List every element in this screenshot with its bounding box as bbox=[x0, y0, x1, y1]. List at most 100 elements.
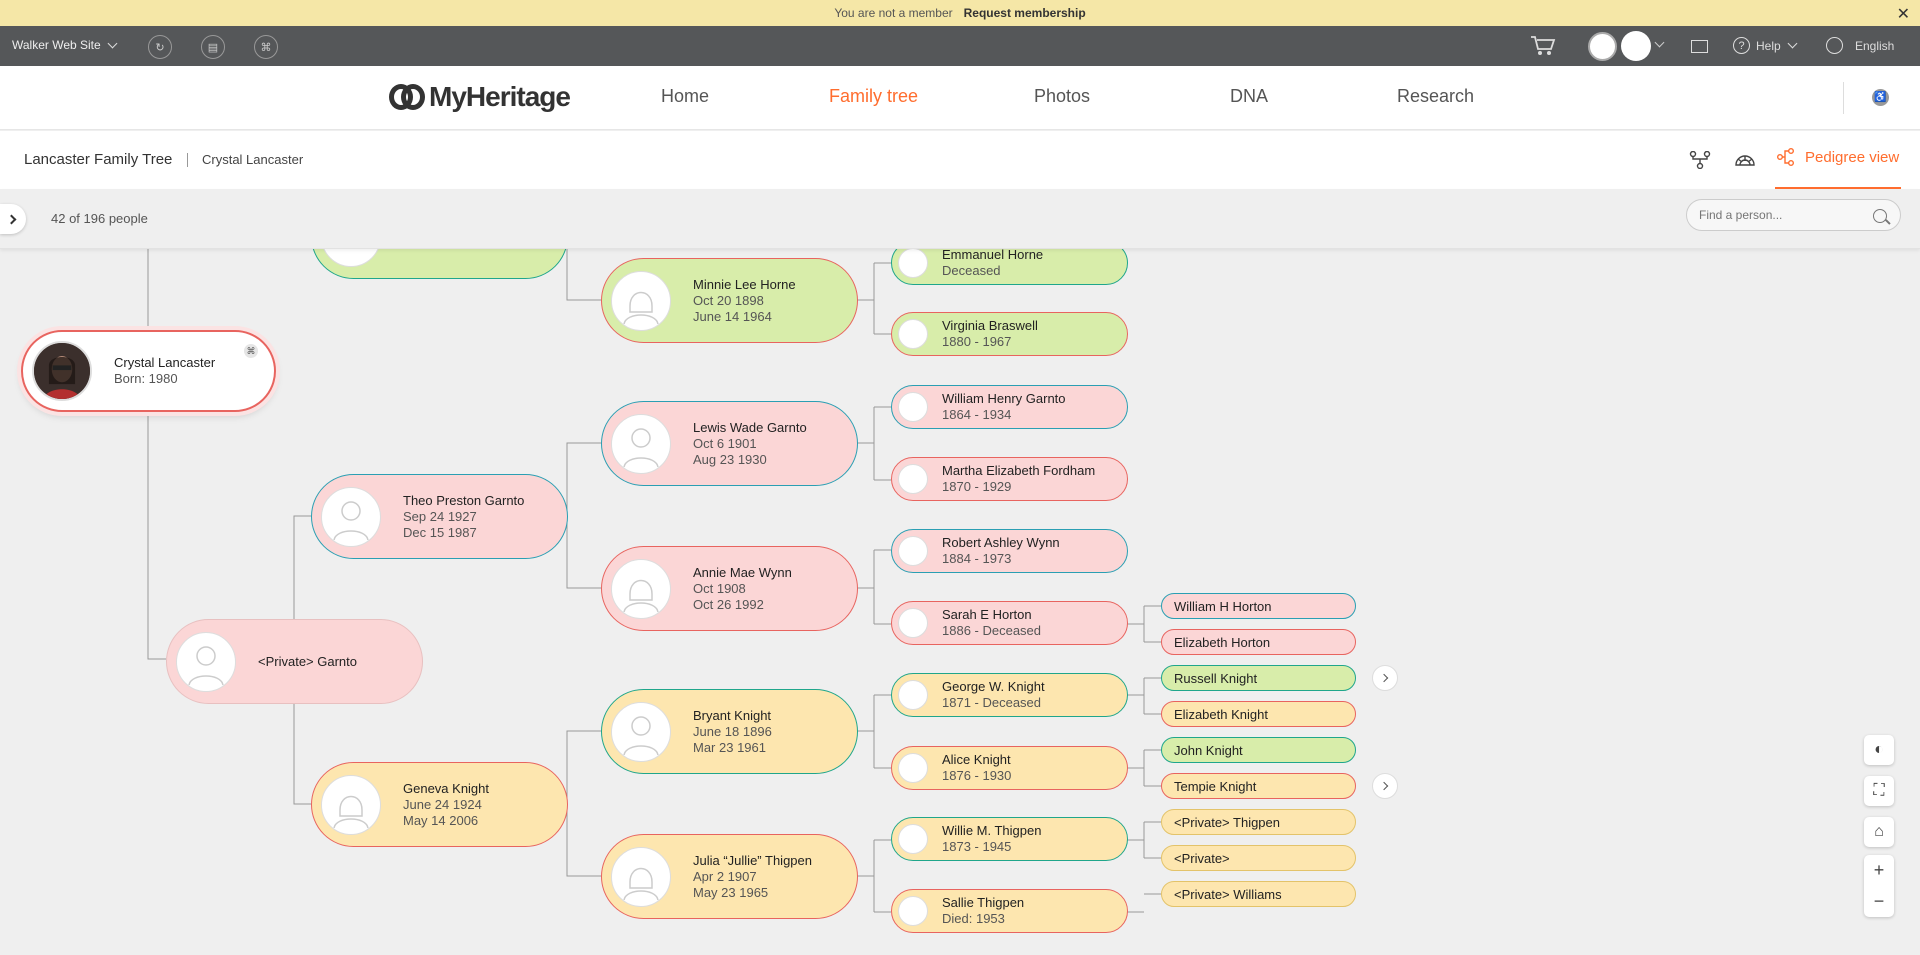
person-card[interactable]: <Private> Garnto bbox=[166, 619, 423, 704]
chevron-down-icon bbox=[1787, 38, 1798, 49]
person-photo bbox=[611, 846, 671, 907]
nav-family-tree[interactable]: Family tree bbox=[829, 86, 918, 107]
chevron-right-icon bbox=[6, 214, 17, 224]
expand-ancestors-button[interactable] bbox=[1372, 665, 1398, 691]
person-card[interactable]: Martha Elizabeth Fordham 1870 - 1929 bbox=[891, 457, 1128, 501]
pedigree-icon bbox=[1777, 148, 1794, 166]
person-name: Robert Ashley Wynn bbox=[942, 535, 1060, 550]
help-menu[interactable]: ? Help bbox=[1733, 37, 1798, 54]
person-name: <Private> Williams bbox=[1174, 886, 1282, 902]
tree-icon[interactable]: ⌘ bbox=[254, 35, 278, 59]
chevron-down-icon[interactable] bbox=[1654, 37, 1665, 48]
site-toolbar: Walker Web Site ↻ ▤ ⌘ ? Help English bbox=[0, 26, 1920, 66]
person-card[interactable]: John Knight bbox=[1161, 737, 1356, 763]
person-card[interactable]: Russell Knight bbox=[1161, 665, 1356, 691]
person-name: Lewis Wade Garnto bbox=[693, 419, 807, 435]
person-card[interactable]: William H Horton bbox=[1161, 593, 1356, 619]
fullscreen-icon[interactable]: ⛶ bbox=[1864, 776, 1894, 806]
logo[interactable]: MyHeritage bbox=[389, 81, 571, 113]
person-card[interactable]: Sarah E Horton 1886 - Deceased bbox=[891, 601, 1128, 645]
person-card[interactable]: Virginia Braswell 1880 - 1967 bbox=[891, 312, 1128, 356]
nav-dna[interactable]: DNA bbox=[1230, 86, 1268, 107]
person-card[interactable]: Elizabeth Knight bbox=[1161, 701, 1356, 727]
request-membership-link[interactable]: Request membership bbox=[964, 6, 1086, 20]
accessibility-icon[interactable]: ♿ bbox=[1872, 89, 1889, 106]
logo-icon bbox=[389, 82, 425, 112]
person-death: Aug 23 1930 bbox=[693, 451, 767, 467]
person-name: <Private> Garnto bbox=[258, 653, 357, 669]
family-view-icon[interactable] bbox=[1689, 151, 1711, 169]
avatar[interactable] bbox=[1588, 32, 1617, 61]
tree-icon[interactable]: ⌘ bbox=[244, 344, 258, 358]
female-avatar-icon bbox=[898, 464, 928, 494]
person-card[interactable]: George W. Knight 1871 - Deceased bbox=[891, 673, 1128, 717]
person-dates: 1886 - Deceased bbox=[942, 623, 1042, 638]
person-card[interactable]: Julia “Jullie” Thigpen Apr 2 1907 May 23… bbox=[601, 834, 858, 919]
person-card[interactable]: William Henry Garnto 1864 - 1934 bbox=[891, 385, 1128, 429]
person-card[interactable]: Elizabeth Horton bbox=[1161, 629, 1356, 655]
person-card[interactable]: Lewis Wade Garnto Oct 6 1901 Aug 23 1930 bbox=[601, 401, 858, 486]
pedigree-canvas[interactable]: Crystal Lancaster Born: 1980 ⌘ <Private>… bbox=[0, 249, 1920, 955]
banner-text: You are not a member bbox=[834, 6, 953, 20]
find-person-input[interactable] bbox=[1686, 199, 1901, 231]
user-avatar[interactable] bbox=[1621, 31, 1651, 61]
person-card[interactable]: Emmanuel Horne Deceased bbox=[891, 249, 1128, 285]
person-name: William Henry Garnto bbox=[942, 391, 1066, 406]
person-name: Martha Elizabeth Fordham bbox=[942, 463, 1096, 478]
zoom-in-button[interactable]: + bbox=[1864, 855, 1894, 886]
breadcrumb-person[interactable]: Crystal Lancaster bbox=[202, 152, 303, 167]
male-avatar-icon bbox=[623, 427, 659, 467]
person-card[interactable]: <Private> Thigpen bbox=[1161, 809, 1356, 835]
home-icon[interactable]: ⌂ bbox=[1864, 817, 1894, 847]
nav-research[interactable]: Research bbox=[1397, 86, 1474, 107]
nav-home[interactable]: Home bbox=[661, 86, 709, 107]
person-dates: Deceased bbox=[942, 263, 1001, 278]
person-photo bbox=[321, 774, 381, 835]
pedigree-view-label: Pedigree view bbox=[1805, 148, 1900, 166]
sync-icon[interactable]: ↻ bbox=[148, 35, 172, 59]
site-selector[interactable]: Walker Web Site bbox=[12, 38, 118, 52]
help-label: Help bbox=[1756, 38, 1781, 53]
person-photo bbox=[32, 341, 92, 401]
cart-icon[interactable] bbox=[1530, 35, 1556, 57]
person-name: Theo Preston Garnto bbox=[403, 492, 525, 508]
fan-view-icon[interactable] bbox=[1734, 151, 1756, 169]
root-person-card[interactable]: Crystal Lancaster Born: 1980 ⌘ bbox=[21, 330, 276, 412]
person-card[interactable]: Tempie Knight bbox=[1161, 773, 1356, 799]
person-card[interactable] bbox=[311, 249, 568, 279]
person-card[interactable]: Theo Preston Garnto Sep 24 1927 Dec 15 1… bbox=[311, 474, 568, 559]
person-card[interactable]: Willie M. Thigpen 1873 - 1945 bbox=[891, 817, 1128, 861]
search-icon[interactable] bbox=[1873, 209, 1887, 223]
person-name: Emmanuel Horne bbox=[942, 249, 1044, 262]
nav-photos[interactable]: Photos bbox=[1034, 86, 1090, 107]
person-card[interactable]: Alice Knight 1876 - 1930 bbox=[891, 746, 1128, 790]
tab-pedigree-view[interactable]: Pedigree view bbox=[1777, 148, 1899, 166]
person-card[interactable]: <Private> bbox=[1161, 845, 1356, 871]
person-card[interactable]: Robert Ashley Wynn 1884 - 1973 bbox=[891, 529, 1128, 573]
document-icon[interactable]: ▤ bbox=[201, 35, 225, 59]
person-photo bbox=[321, 486, 381, 547]
person-name: Geneva Knight bbox=[403, 780, 490, 796]
person-card[interactable]: Sallie Thigpen Died: 1953 bbox=[891, 889, 1128, 933]
person-card[interactable]: Minnie Lee Horne Oct 20 1898 June 14 196… bbox=[601, 258, 858, 343]
person-name: Elizabeth Knight bbox=[1174, 706, 1268, 722]
language-selector[interactable]: English bbox=[1826, 37, 1894, 54]
close-icon[interactable]: ✕ bbox=[1897, 4, 1910, 24]
tree-name[interactable]: Lancaster Family Tree bbox=[24, 151, 172, 168]
person-card[interactable]: Annie Mae Wynn Oct 1908 Oct 26 1992 bbox=[601, 546, 858, 631]
person-card[interactable]: <Private> Williams bbox=[1161, 881, 1356, 907]
zoom-out-button[interactable]: − bbox=[1864, 886, 1894, 917]
sidebar-toggle[interactable] bbox=[0, 204, 26, 234]
person-name: Willie M. Thigpen bbox=[942, 823, 1042, 838]
person-name: Bryant Knight bbox=[693, 707, 772, 723]
palette-icon[interactable]: ◐ bbox=[1864, 735, 1894, 765]
person-dates: 1871 - Deceased bbox=[942, 695, 1042, 710]
person-card[interactable]: Geneva Knight June 24 1924 May 14 2006 bbox=[311, 762, 568, 847]
female-avatar-icon bbox=[623, 867, 659, 900]
tree-toolbar: 42 of 196 people bbox=[0, 189, 1920, 249]
chevron-right-icon bbox=[1379, 673, 1388, 683]
person-card[interactable]: Bryant Knight June 18 1896 Mar 23 1961 bbox=[601, 689, 858, 774]
expand-ancestors-button[interactable] bbox=[1372, 773, 1398, 799]
female-avatar-icon bbox=[898, 753, 928, 783]
mail-icon[interactable] bbox=[1691, 40, 1708, 53]
